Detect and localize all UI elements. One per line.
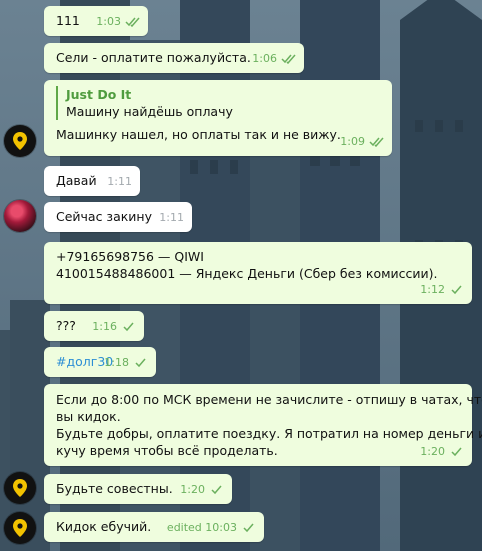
message-bubble[interactable]: Сейчас закину 1:11 bbox=[44, 202, 192, 232]
message-text: 111 bbox=[56, 13, 80, 28]
message-bubble[interactable]: Если до 8:00 по МСК времени не зачислите… bbox=[44, 384, 482, 466]
message-bubble[interactable]: +79165698756 — QIWI 410015488486001 — Ян… bbox=[44, 242, 472, 304]
message-text: Давай bbox=[56, 173, 97, 188]
message-line: вы кидок. bbox=[56, 409, 121, 424]
avatar[interactable] bbox=[4, 472, 36, 504]
reply-author: Just Do It bbox=[66, 87, 132, 102]
double-check-icon bbox=[369, 137, 384, 147]
double-check-icon bbox=[125, 17, 140, 27]
message-time: 1:11 bbox=[159, 211, 184, 224]
message-text: Будьте совестны. bbox=[56, 481, 173, 496]
message-line: Если до 8:00 по МСК времени не зачислите… bbox=[56, 392, 482, 407]
message-text: Сейчас закину bbox=[56, 209, 152, 224]
message-time: 1:12 bbox=[420, 283, 445, 296]
location-pin-icon bbox=[13, 479, 27, 497]
message-meta: 1:12 bbox=[420, 281, 464, 298]
message-meta: 1:06 bbox=[252, 50, 296, 67]
location-pin-icon bbox=[13, 132, 27, 150]
message-text: Кидок ебучий. bbox=[56, 519, 152, 534]
reply-preview[interactable]: Just Do It Машину найдёшь оплачу bbox=[56, 86, 382, 120]
check-icon bbox=[123, 322, 134, 331]
message-bubble[interactable]: Давай 1:11 bbox=[44, 166, 140, 196]
message-time: 1:06 bbox=[252, 52, 277, 65]
message-line: +79165698756 — QIWI bbox=[56, 249, 204, 264]
message-text: ??? bbox=[56, 318, 76, 333]
message-text: Машинку нашел, но оплаты так и не вижу. bbox=[56, 127, 341, 142]
message-bubble[interactable]: Кидок ебучий. edited 10:03 bbox=[44, 512, 264, 542]
message-meta: edited 10:03 bbox=[167, 519, 256, 536]
message-time: 1:18 bbox=[104, 356, 129, 369]
message-time: 1:09 bbox=[340, 135, 365, 148]
message-time: 1:11 bbox=[107, 175, 132, 188]
message-meta: 1:11 bbox=[107, 173, 132, 190]
message-bubble[interactable]: Just Do It Машину найдёшь оплачу Машинку… bbox=[44, 80, 392, 156]
check-icon bbox=[451, 447, 462, 456]
message-bubble[interactable]: 111 1:03 bbox=[44, 6, 148, 36]
message-line: Будьте добры, оплатите поездку. Я потрат… bbox=[56, 426, 482, 441]
message-time: 1:20 bbox=[420, 445, 445, 458]
message-meta: 1:18 bbox=[104, 354, 148, 371]
message-meta: 1:20 bbox=[420, 443, 464, 460]
message-time: edited 10:03 bbox=[166, 521, 237, 534]
check-icon bbox=[243, 523, 254, 532]
message-text: Сели - оплатите пожалуйста. bbox=[56, 50, 251, 65]
avatar[interactable] bbox=[4, 512, 36, 544]
check-icon bbox=[135, 358, 146, 367]
message-line: кучу время чтобы всё проделать. bbox=[56, 443, 278, 458]
location-pin-icon bbox=[13, 519, 27, 537]
avatar[interactable] bbox=[4, 200, 36, 232]
message-meta: 1:03 bbox=[96, 13, 140, 30]
reply-text: Машину найдёшь оплачу bbox=[66, 104, 233, 119]
message-time: 1:20 bbox=[180, 483, 205, 496]
avatar[interactable] bbox=[4, 125, 36, 157]
message-bubble[interactable]: #долг30 1:18 bbox=[44, 347, 156, 377]
message-meta: 1:09 bbox=[340, 133, 384, 150]
check-icon bbox=[211, 485, 222, 494]
message-line: 410015488486001 — Яндекс Деньги (Сбер бе… bbox=[56, 266, 438, 281]
message-meta: 1:11 bbox=[159, 209, 184, 226]
message-meta: 1:20 bbox=[180, 481, 224, 498]
message-bubble[interactable]: Будьте совестны. 1:20 bbox=[44, 474, 232, 504]
message-meta: 1:16 bbox=[92, 318, 136, 335]
check-icon bbox=[451, 285, 462, 294]
message-time: 1:03 bbox=[96, 15, 121, 28]
message-time: 1:16 bbox=[92, 320, 117, 333]
message-bubble[interactable]: Сели - оплатите пожалуйста. 1:06 bbox=[44, 43, 304, 73]
double-check-icon bbox=[281, 54, 296, 64]
message-bubble[interactable]: ??? 1:16 bbox=[44, 311, 144, 341]
